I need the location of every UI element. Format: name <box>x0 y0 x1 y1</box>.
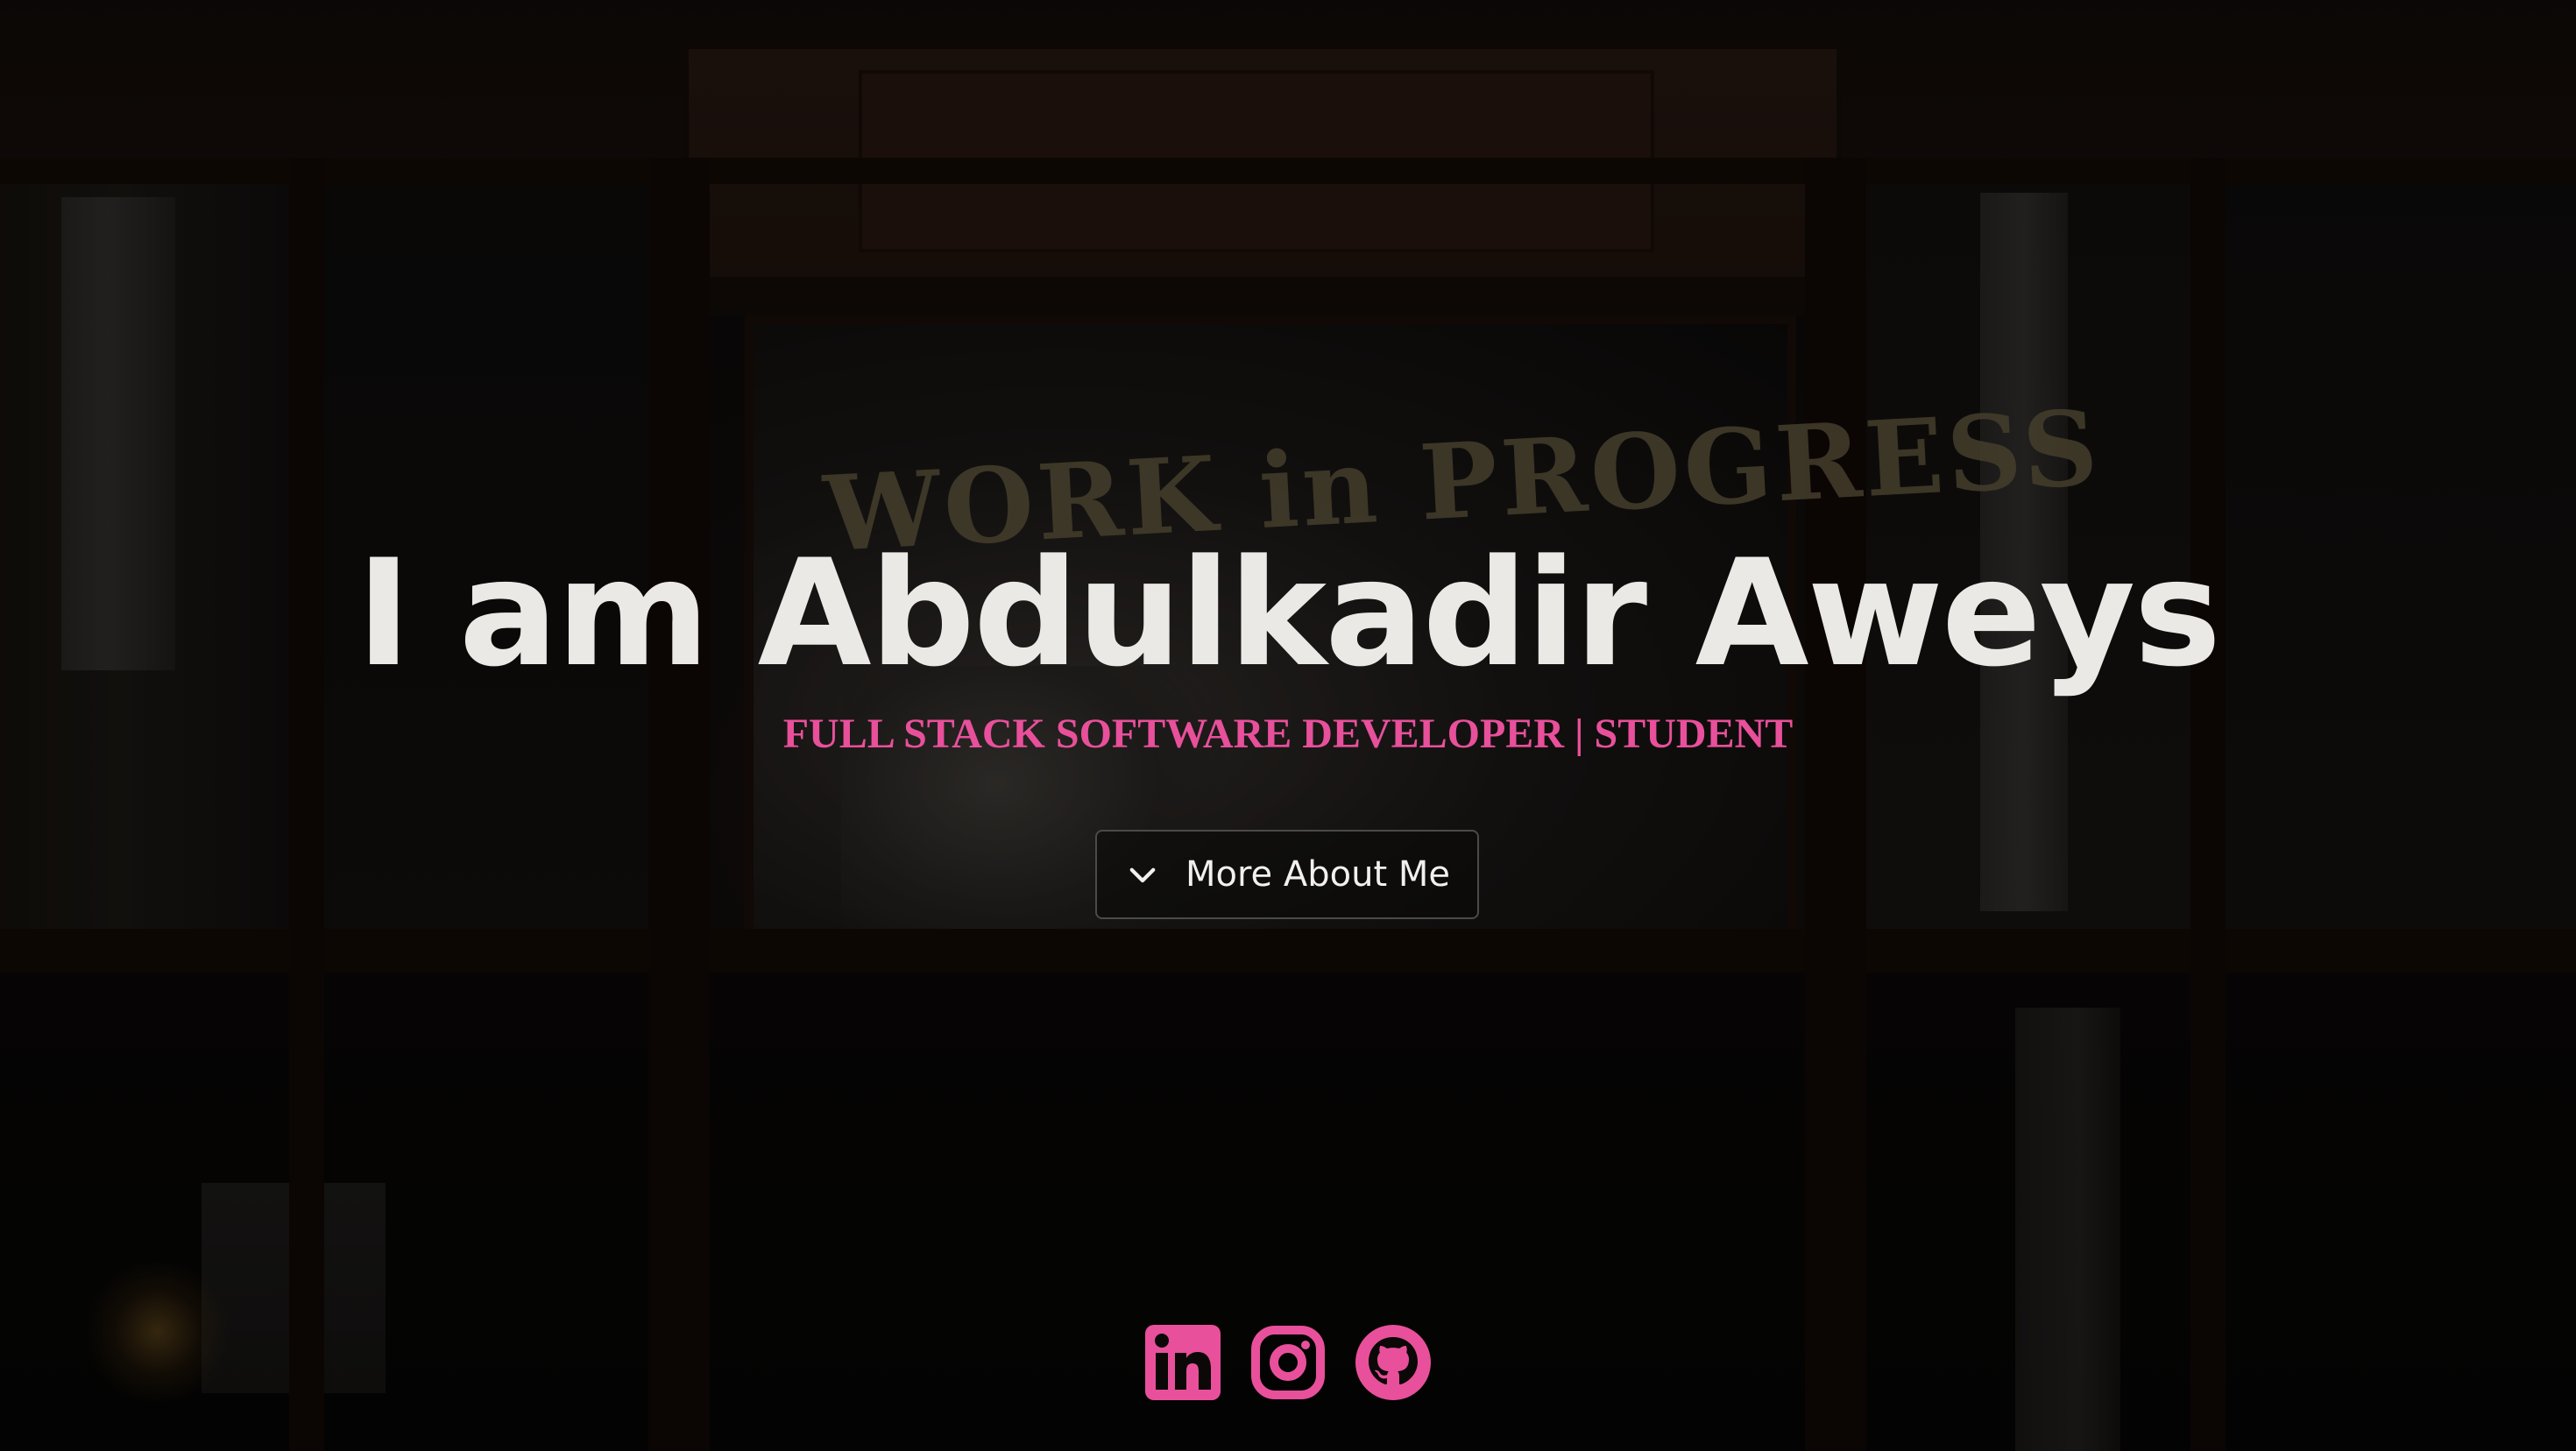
github-link[interactable] <box>1354 1323 1433 1402</box>
hero-title: I am Abdulkadir Aweys <box>356 527 2222 699</box>
linkedin-icon <box>1143 1323 1222 1402</box>
instagram-icon <box>1249 1323 1327 1402</box>
social-links <box>0 1323 2576 1402</box>
hero-section: WORK in PROGRESS I am Abdulkadir Aweys F… <box>0 0 2576 1451</box>
instagram-link[interactable] <box>1249 1323 1327 1402</box>
chevron-down-icon <box>1124 856 1161 893</box>
more-about-me-button[interactable]: More About Me <box>1095 830 1479 919</box>
hero-subtitle: FULL STACK SOFTWARE DEVELOPER | STUDENT <box>782 711 1794 757</box>
github-icon <box>1354 1323 1433 1402</box>
linkedin-link[interactable] <box>1143 1323 1222 1402</box>
more-about-me-label: More About Me <box>1185 854 1450 895</box>
